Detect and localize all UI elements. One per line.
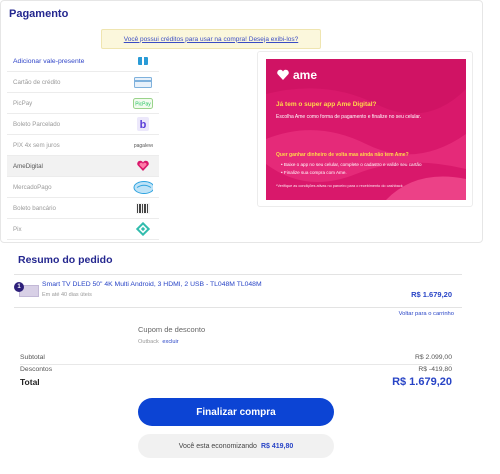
payment-method-label: Adicionar vale-presente — [13, 57, 85, 65]
ame-step-1: • Baixe o app no seu celular, complete o… — [281, 162, 422, 167]
back-to-cart-link[interactable]: Voltar para o carrinho — [399, 311, 454, 317]
ame-step-2: • Finalize sua compra com Ame. — [281, 170, 347, 175]
subtotal-value: R$ 2.099,00 — [414, 354, 452, 361]
total-row: Total R$ 1.679,20 — [20, 376, 452, 388]
payment-methods-list: Adicionar vale-presente Cartão de crédit… — [7, 51, 159, 240]
credit-banner-link[interactable]: Você possui créditos para usar na compra… — [101, 29, 321, 49]
payment-method-label: Pix — [13, 225, 22, 233]
discount-row: Descontos R$ -419,80 — [20, 366, 452, 373]
divider — [14, 274, 462, 275]
ame-logo-text: ame — [293, 68, 318, 82]
payment-method-label: MercadoPago — [13, 183, 52, 191]
divider — [14, 307, 462, 308]
payment-method-label: Boleto bancário — [13, 204, 56, 212]
product-name-link[interactable]: Smart TV DLED 50" 4K Multi Android, 3 HD… — [42, 281, 262, 288]
svg-text:b: b — [140, 119, 147, 131]
ame-heart-icon — [277, 69, 289, 80]
payment-method-boleto[interactable]: Boleto bancário — [7, 198, 159, 219]
ame-heart-icon — [133, 159, 153, 173]
pix-icon — [133, 222, 153, 236]
payment-title: Pagamento — [9, 8, 69, 20]
ame-info-panel: ame Já tem o super app Ame Digital? Esco… — [257, 51, 473, 207]
payment-method-label: Boleto Parcelado — [13, 120, 61, 128]
subtotal-label: Subtotal — [20, 354, 45, 361]
payment-method-gift-card[interactable]: Adicionar vale-presente — [7, 51, 159, 72]
savings-label: Você esta economizando — [178, 442, 257, 450]
payment-method-label: Cartão de crédito — [13, 78, 61, 86]
subtotal-row: Subtotal R$ 2.099,00 — [20, 354, 452, 361]
ame-banner: ame Já tem o super app Ame Digital? Esco… — [266, 59, 466, 200]
order-summary-title: Resumo do pedido — [18, 254, 113, 266]
svg-text:PicPay: PicPay — [135, 101, 151, 107]
pagaleve-logo-text: pagaleve — [134, 143, 153, 149]
ame-cashback-question: Quer ganhar dinheiro de volta mas ainda … — [276, 152, 409, 158]
ame-footnote: *Verifique as condições ativas no parcei… — [276, 184, 403, 188]
product-price: R$ 1.679,20 — [411, 290, 452, 299]
payment-method-label: PIX 4x sem juros — [13, 141, 60, 149]
delivery-estimate: Em até 40 dias úteis — [42, 292, 92, 298]
remove-coupon-link[interactable]: excluir — [162, 339, 178, 345]
pix-parcelado-icon: pagaleve — [133, 138, 153, 152]
coupon-code: Outback — [138, 339, 159, 345]
payment-method-picpay[interactable]: PicPay PicPay — [7, 93, 159, 114]
divider — [20, 364, 452, 365]
discount-value: R$ -419,80 — [418, 366, 452, 373]
savings-box: Você esta economizando R$ 419,80 — [138, 434, 334, 458]
discount-label: Descontos — [20, 366, 53, 373]
payment-method-credit-card[interactable]: Cartão de crédito — [7, 72, 159, 93]
coupon-title: Cupom de desconto — [138, 325, 206, 334]
applied-coupon: Outback excluir — [138, 339, 179, 345]
payment-method-pix-parcelado[interactable]: PIX 4x sem juros pagaleve — [7, 135, 159, 156]
payment-method-pix[interactable]: Pix — [7, 219, 159, 240]
total-label: Total — [20, 377, 40, 387]
finish-purchase-button[interactable]: Finalizar compra — [138, 398, 334, 426]
quantity-badge: 1 — [14, 282, 24, 292]
payment-section: Pagamento Você possui créditos para usar… — [0, 0, 483, 243]
savings-value: R$ 419,80 — [260, 442, 294, 450]
ame-logo: ame — [276, 68, 317, 82]
mercadopago-icon — [133, 180, 153, 194]
payment-method-label: AmeDigital — [13, 162, 43, 170]
gift-card-icon — [133, 54, 153, 68]
payment-method-ame[interactable]: AmeDigital — [7, 156, 159, 177]
barcode-icon — [133, 201, 153, 215]
credit-card-icon — [133, 75, 153, 89]
picpay-icon: PicPay — [133, 96, 153, 110]
total-value: R$ 1.679,20 — [392, 376, 452, 388]
payment-method-boleto-parcelado[interactable]: Boleto Parcelado b — [7, 114, 159, 135]
boleto-parcelado-icon: b — [133, 117, 153, 131]
order-item-row: 1 Smart TV DLED 50" 4K Multi Android, 3 … — [14, 276, 462, 307]
payment-method-mercadopago[interactable]: MercadoPago — [7, 177, 159, 198]
payment-method-label: PicPay — [13, 99, 33, 107]
ame-subtitle: Escolha Ame como forma de pagamento e fi… — [276, 114, 422, 120]
ame-question: Já tem o super app Ame Digital? — [276, 101, 377, 108]
